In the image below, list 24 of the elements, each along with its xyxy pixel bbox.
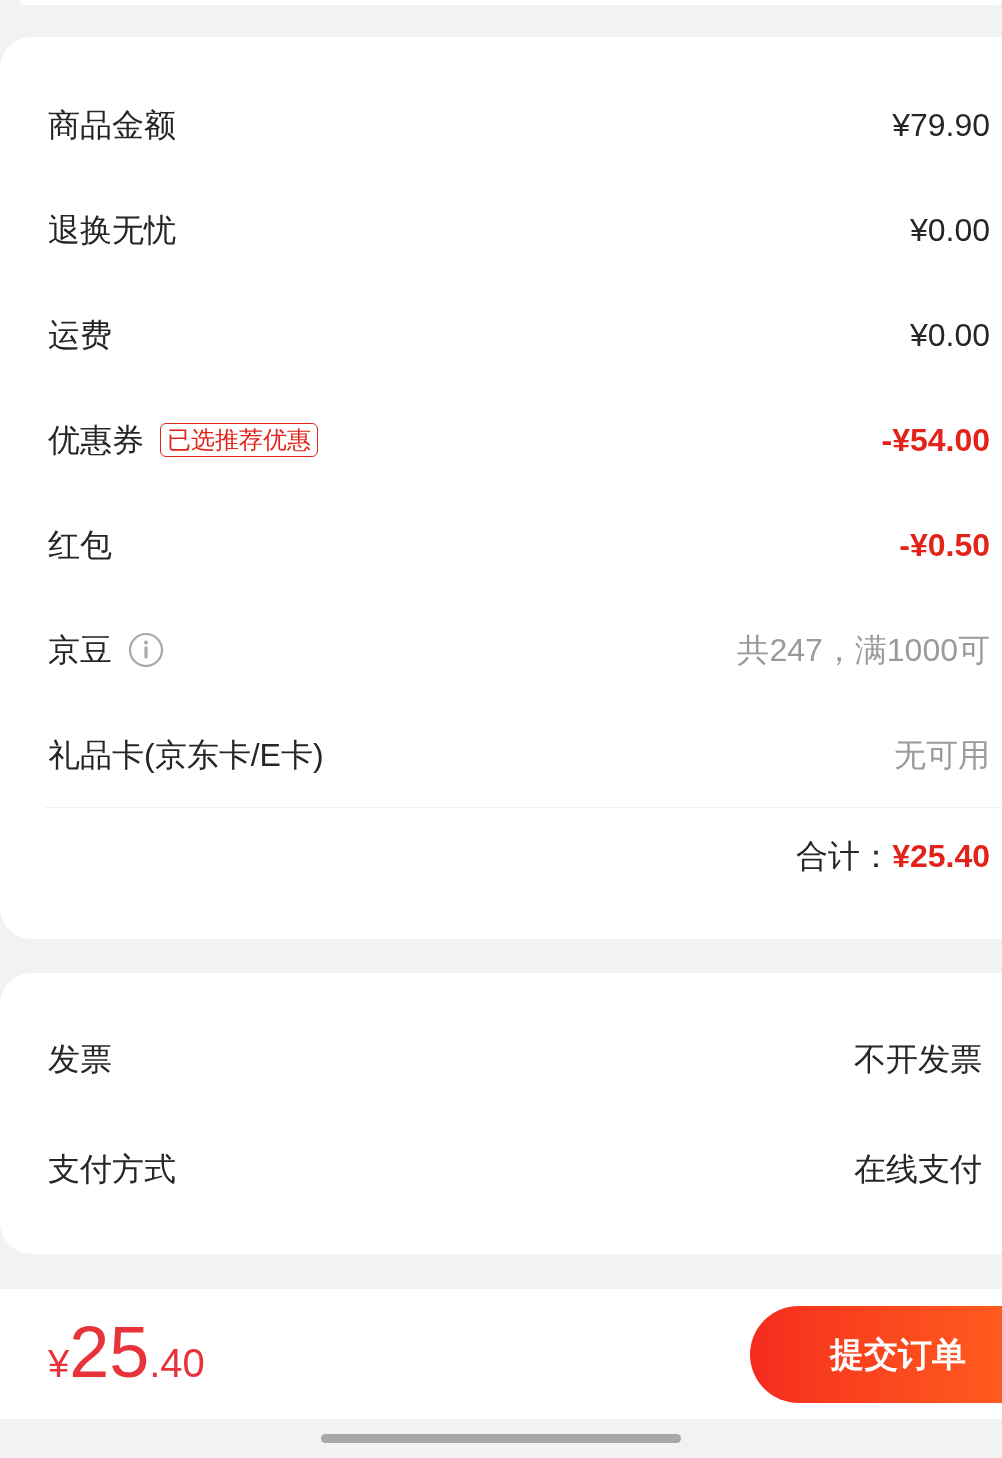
option-label: 支付方式	[48, 1150, 176, 1189]
option-label: 发票	[48, 1040, 112, 1079]
row-value: -¥0.50	[899, 525, 990, 565]
payable-price: ¥25.40	[48, 1315, 205, 1393]
row-value: ¥79.90	[892, 105, 990, 145]
row-label: 运费	[48, 315, 112, 355]
row-label: 京豆	[48, 630, 112, 670]
row-value: -¥54.00	[881, 420, 990, 460]
option-value[interactable]: 不开发票	[854, 1035, 982, 1083]
row-label: 礼品卡(京东卡/E卡)	[48, 735, 324, 775]
info-icon[interactable]	[128, 631, 164, 668]
total-amount: ¥25.40	[892, 837, 990, 876]
option-value[interactable]: 在线支付	[854, 1145, 982, 1193]
recommended-coupon-tag: 已选推荐优惠	[160, 422, 318, 457]
row-value[interactable]: 无可用	[894, 730, 990, 779]
row-label: 退换无忧	[48, 210, 176, 250]
row-label: 红包	[48, 525, 112, 565]
row-label: 优惠券	[48, 420, 144, 460]
row-value[interactable]: 共247，满1000可	[737, 625, 990, 674]
row-value: ¥0.00	[909, 315, 990, 355]
total-label: 合计：	[796, 837, 893, 876]
row-value: ¥0.00	[909, 210, 990, 250]
row-label: 商品金额	[48, 105, 176, 145]
submit-order-button[interactable]: 提交订单	[750, 1305, 1002, 1403]
